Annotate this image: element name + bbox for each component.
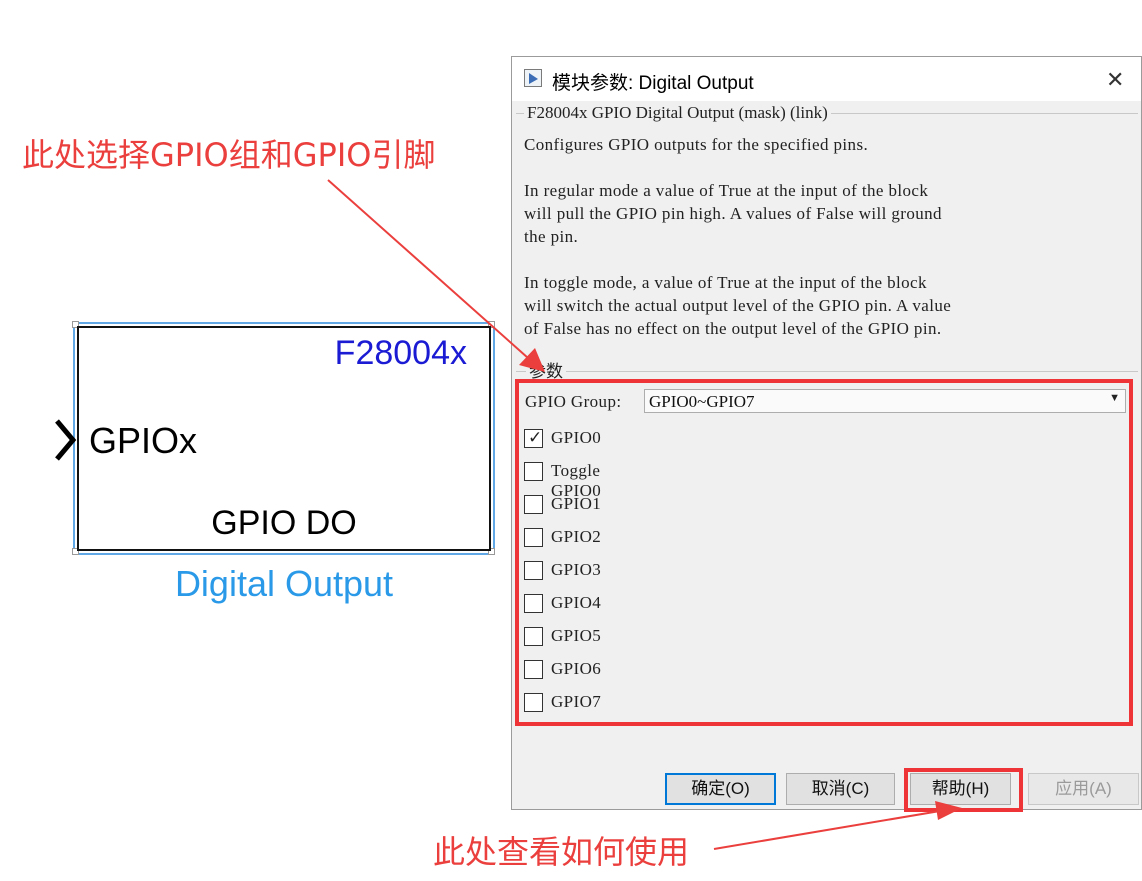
annotation-arrows: [327, 179, 962, 850]
annotation-arrow-line: [713, 810, 941, 850]
arrowhead-icon: [935, 801, 962, 820]
annotation-help-note: 此处查看如何使用: [433, 833, 690, 871]
arrowhead-icon: [519, 348, 545, 372]
annotation-arrow-line: [327, 179, 529, 359]
